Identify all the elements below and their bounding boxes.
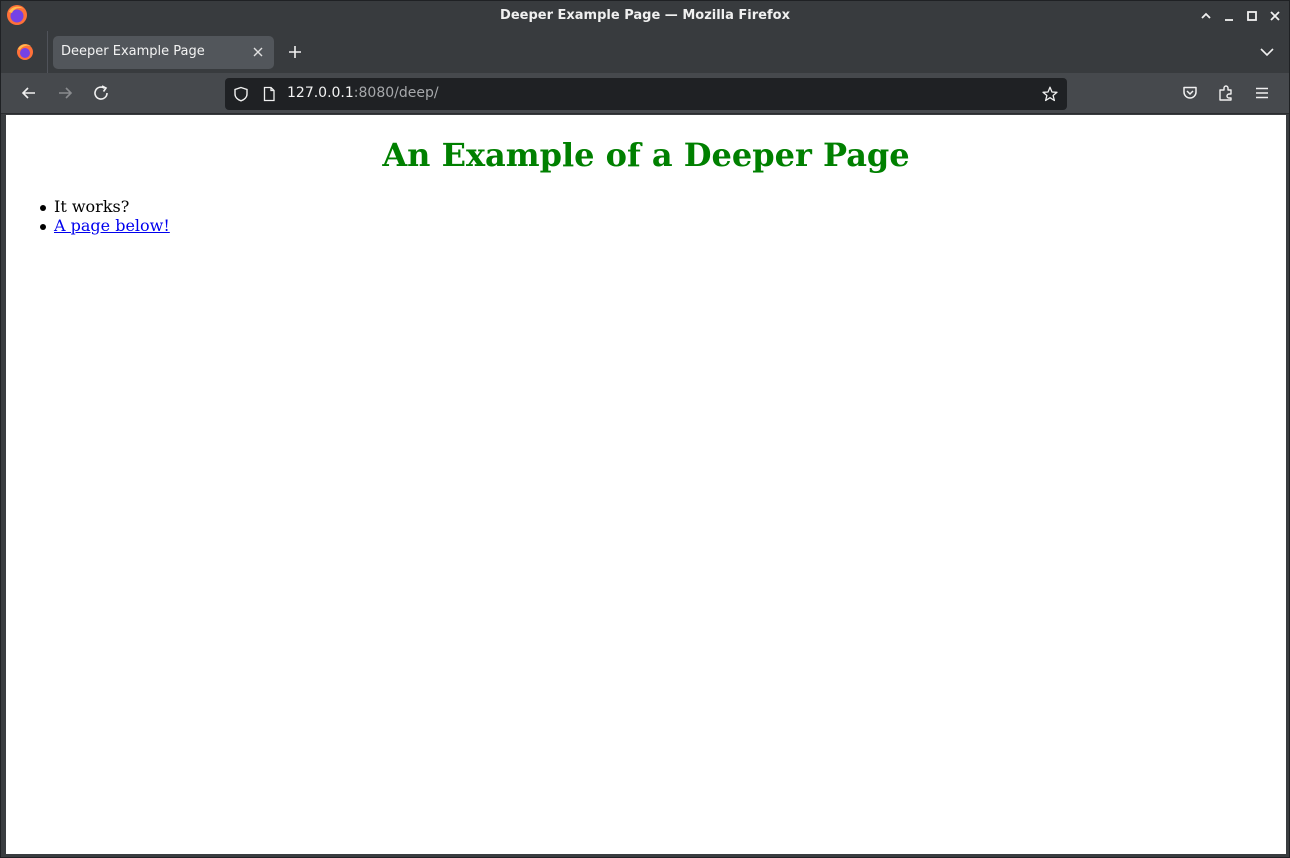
list-item-text: It works?	[54, 197, 130, 216]
url-host: 127.0.0.1	[287, 85, 354, 101]
page-heading: An Example of a Deeper Page	[382, 136, 910, 174]
tab-separator	[47, 31, 48, 73]
browser-window: Deeper Example Page — Mozilla Firefox De…	[0, 0, 1290, 858]
puzzle-icon[interactable]	[1217, 84, 1235, 102]
shield-icon[interactable]	[233, 86, 249, 102]
list-item: A page below!	[40, 216, 170, 235]
item-list: It works? A page below!	[40, 197, 170, 235]
window-title: Deeper Example Page — Mozilla Firefox	[500, 8, 790, 23]
back-arrow-icon[interactable]	[20, 84, 38, 102]
pocket-icon[interactable]	[1181, 84, 1199, 102]
navigation-toolbar: 127.0.0.1:8080/deep/	[1, 73, 1289, 114]
address-bar[interactable]: 127.0.0.1:8080/deep/	[225, 78, 1067, 110]
maximize-icon[interactable]	[1243, 7, 1261, 25]
tab-title: Deeper Example Page	[61, 44, 205, 59]
tab-strip: Deeper Example Page	[1, 31, 1289, 73]
hamburger-menu-icon[interactable]	[1253, 84, 1271, 102]
tab-deeper-example-page[interactable]: Deeper Example Page	[53, 36, 274, 69]
firefox-view-icon[interactable]	[15, 42, 35, 62]
close-icon[interactable]	[251, 45, 265, 59]
chevron-up-icon[interactable]	[1197, 7, 1215, 25]
minimize-icon[interactable]	[1220, 7, 1238, 25]
forward-arrow-icon[interactable]	[56, 84, 74, 102]
list-item: It works?	[40, 197, 170, 216]
chevron-down-icon[interactable]	[1259, 44, 1275, 60]
url-path: :8080/deep/	[353, 85, 439, 101]
close-icon[interactable]	[1266, 7, 1284, 25]
plus-icon[interactable]	[286, 43, 304, 61]
reload-icon[interactable]	[92, 84, 110, 102]
page-below-link[interactable]: A page below!	[54, 216, 170, 235]
url-text[interactable]: 127.0.0.1:8080/deep/	[287, 85, 439, 101]
page-icon[interactable]	[261, 86, 277, 102]
page-content: An Example of a Deeper Page It works? A …	[6, 115, 1286, 854]
title-bar: Deeper Example Page — Mozilla Firefox	[1, 1, 1289, 31]
star-icon[interactable]	[1042, 86, 1058, 102]
